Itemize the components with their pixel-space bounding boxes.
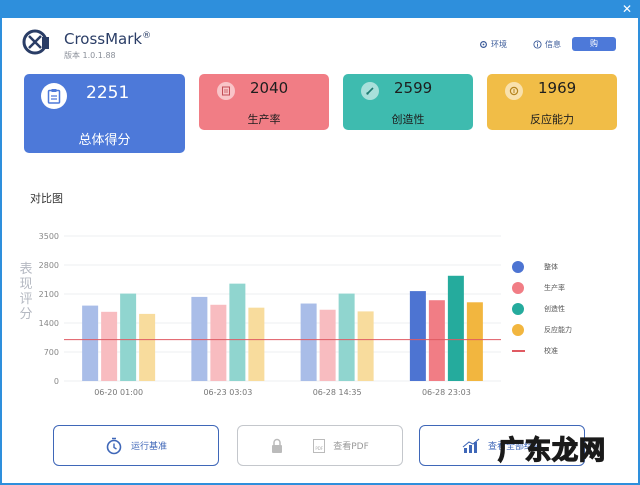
bar: [466, 302, 483, 381]
legend-label: 校准: [544, 346, 558, 355]
legend-label: 创造性: [544, 304, 565, 313]
close-icon[interactable]: ✕: [622, 0, 632, 18]
legend-item: 创造性: [512, 298, 572, 319]
app-name: CrossMark®: [64, 30, 152, 48]
bar: [120, 293, 137, 381]
lock-icon: [272, 438, 283, 453]
y-tick-label: 700: [44, 348, 59, 357]
view-pdf-label: 查看PDF: [333, 442, 369, 452]
legend-swatch: [512, 260, 524, 273]
y-tick-label: 2100: [39, 290, 59, 299]
environment-label: 环境: [491, 40, 507, 49]
bar: [338, 293, 355, 381]
y-tick-label: 1400: [39, 319, 59, 328]
bar: [300, 303, 317, 381]
productivity-value: 2040: [250, 79, 289, 97]
y-tick-label: 2800: [39, 261, 59, 270]
x-tick-label: 06-28 23:03: [422, 388, 471, 397]
run-benchmark-button[interactable]: 运行基准: [53, 425, 219, 466]
info-icon: [533, 40, 542, 49]
x-tick-label: 06-28 14:35: [313, 388, 362, 397]
buy-button[interactable]: 购: [572, 37, 616, 51]
coin-icon: [505, 82, 523, 100]
legend-line: [512, 349, 525, 352]
brush-icon: [361, 82, 379, 100]
bar-chart-icon: [462, 438, 480, 453]
comparison-chart: 0 700 1400 2100 2800 3500 06-20 01:00 06-23 03:…: [39, 232, 501, 397]
bar: [82, 305, 99, 381]
legend-item: 反应能力: [512, 319, 572, 340]
productivity-label: 生产率: [247, 113, 281, 126]
comparison-title: 对比图: [30, 192, 63, 205]
legend-label: 反应能力: [544, 325, 572, 334]
x-tick-label: 06-20 01:00: [94, 388, 143, 397]
legend-item: 校准: [512, 340, 572, 361]
responsiveness-label: 反应能力: [530, 113, 574, 126]
legend-item: 整体: [512, 256, 572, 277]
environment-link[interactable]: 环境: [479, 39, 507, 50]
bar: [248, 307, 265, 381]
productivity-card: 2040 生产率: [199, 74, 329, 130]
legend-swatch: [512, 323, 524, 336]
y-tick-label: 3500: [39, 232, 59, 241]
bar: [357, 311, 374, 381]
chart-legend: 整体 生产率 创造性 反应能力 校准: [512, 256, 572, 361]
legend-label: 整体: [544, 262, 558, 271]
legend-item: 生产率: [512, 277, 572, 298]
overall-score-value: 2251: [86, 83, 130, 103]
crossmark-logo-icon: [22, 29, 49, 55]
bar: [191, 296, 208, 381]
bar: [139, 313, 156, 381]
chart-y-axis-label: 表现评分: [19, 262, 33, 322]
info-link[interactable]: 信息: [533, 39, 561, 50]
bar: [409, 291, 426, 381]
document-icon: [217, 82, 235, 100]
creativity-value: 2599: [394, 79, 433, 97]
bar: [210, 304, 227, 381]
creativity-card: 2599 创造性: [343, 74, 473, 130]
gear-icon: [480, 41, 487, 48]
window-border-left: [0, 18, 2, 485]
app-version: 版本 1.0.1.88: [64, 51, 116, 60]
bar: [319, 309, 336, 381]
bar: [229, 283, 246, 381]
legend-swatch: [512, 302, 524, 315]
watermark: 广东龙网: [497, 435, 607, 466]
overall-score-label: 总体得分: [78, 133, 131, 148]
creativity-label: 创造性: [391, 113, 425, 126]
responsiveness-card: 1969 反应能力: [487, 74, 617, 130]
timer-icon: [106, 437, 122, 454]
run-benchmark-label: 运行基准: [130, 442, 167, 452]
y-tick-label: 0: [54, 377, 59, 386]
pdf-file-icon: PDF: [313, 438, 326, 453]
x-tick-label: 06-23 03:03: [203, 388, 252, 397]
bar: [101, 311, 118, 381]
responsiveness-value: 1969: [538, 79, 577, 97]
bar: [447, 275, 464, 381]
title-bar: ✕: [0, 0, 640, 18]
overall-score-card: 2251 总体得分: [24, 74, 185, 153]
legend-label: 生产率: [544, 283, 565, 292]
bar: [428, 300, 445, 381]
view-pdf-button[interactable]: PDF 查看PDF: [237, 425, 403, 466]
legend-swatch: [512, 281, 524, 294]
info-label: 信息: [545, 40, 561, 49]
clipboard-icon: [41, 83, 67, 109]
